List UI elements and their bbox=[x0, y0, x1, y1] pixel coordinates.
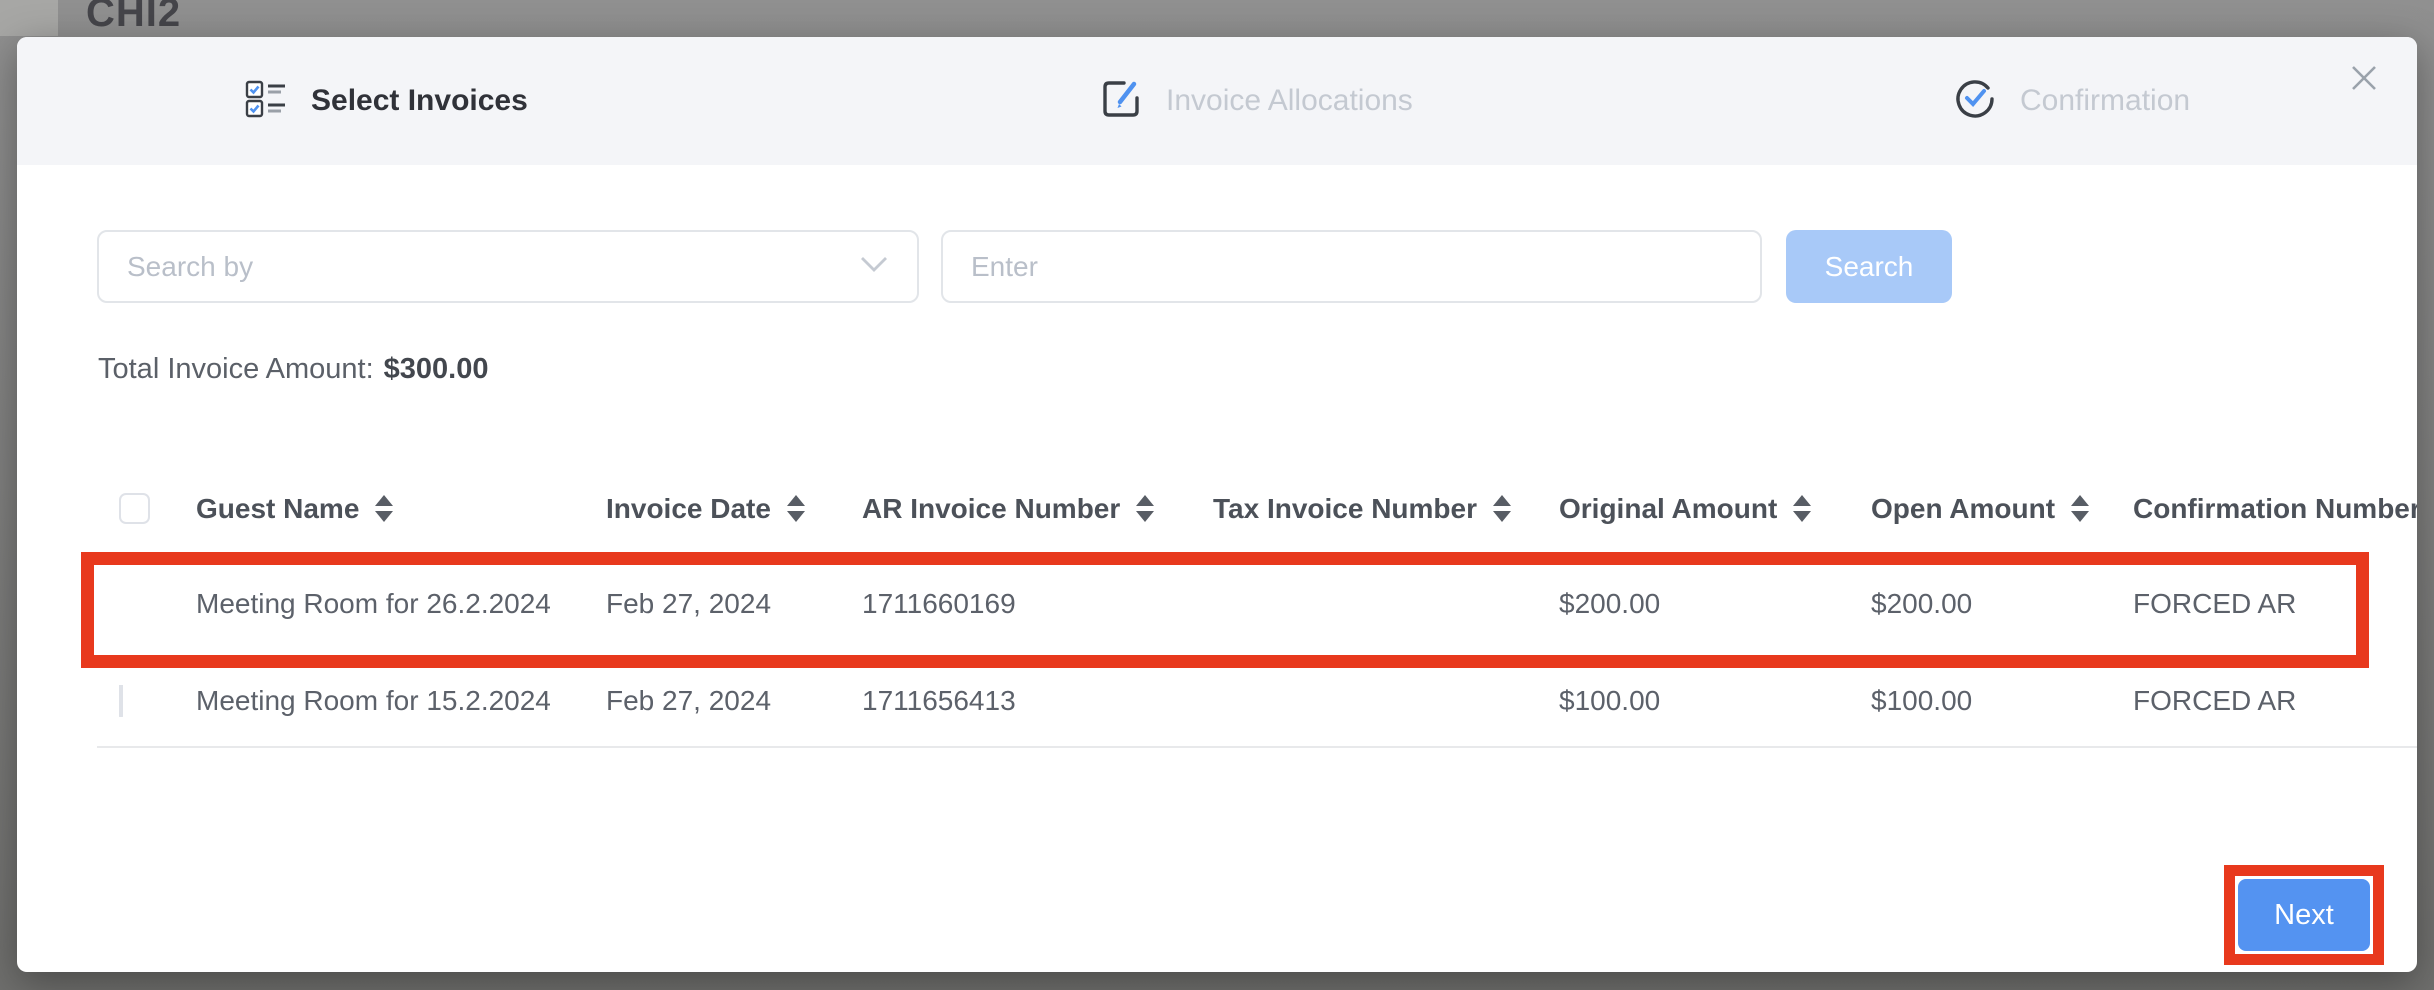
total-invoice-amount: Total Invoice Amount: $300.00 bbox=[98, 353, 488, 386]
total-invoice-amount-value: $300.00 bbox=[384, 353, 489, 385]
row-checkbox[interactable] bbox=[119, 685, 123, 717]
sort-icon[interactable] bbox=[1793, 495, 1811, 522]
search-value-input[interactable] bbox=[941, 230, 1762, 303]
search-button[interactable]: Search bbox=[1786, 230, 1952, 303]
cell-ar-invoice-number: 1711660169 bbox=[862, 588, 1213, 620]
step-label: Invoice Allocations bbox=[1166, 84, 1413, 118]
total-invoice-amount-label: Total Invoice Amount: bbox=[98, 353, 374, 385]
chevron-down-icon bbox=[859, 255, 889, 278]
step-label: Confirmation bbox=[2020, 84, 2190, 118]
cell-invoice-date: Feb 27, 2024 bbox=[606, 588, 862, 620]
sort-icon[interactable] bbox=[375, 495, 393, 522]
checklist-icon bbox=[245, 79, 287, 124]
search-by-placeholder: Search by bbox=[127, 251, 253, 283]
background-app-title: CHI2 bbox=[86, 0, 181, 36]
table-header-row: Guest Name Invoice Date AR Invoice Numbe… bbox=[97, 465, 2417, 552]
table-row[interactable]: Meeting Room for 26.2.2024 Feb 27, 2024 … bbox=[97, 552, 2417, 655]
step-confirmation[interactable]: Confirmation bbox=[1954, 37, 2190, 165]
cell-guest-name: Meeting Room for 15.2.2024 bbox=[196, 685, 606, 717]
cell-open-amount: $100.00 bbox=[1871, 685, 2133, 717]
cell-open-amount: $200.00 bbox=[1871, 588, 2133, 620]
cell-invoice-date: Feb 27, 2024 bbox=[606, 685, 862, 717]
cell-confirmation: FORCED AR bbox=[2133, 685, 2417, 717]
column-header-invoice-date[interactable]: Invoice Date bbox=[606, 493, 862, 525]
close-icon[interactable] bbox=[2347, 61, 2381, 95]
edit-square-icon bbox=[1100, 78, 1142, 125]
sort-icon[interactable] bbox=[2071, 495, 2089, 522]
next-button[interactable]: Next bbox=[2238, 879, 2370, 951]
invoices-table: Guest Name Invoice Date AR Invoice Numbe… bbox=[97, 465, 2417, 748]
sort-icon[interactable] bbox=[787, 495, 805, 522]
cell-original-amount: $200.00 bbox=[1559, 588, 1871, 620]
column-header-original-amount[interactable]: Original Amount bbox=[1559, 493, 1871, 525]
column-header-guest-name[interactable]: Guest Name bbox=[196, 493, 606, 525]
column-header-open-amount[interactable]: Open Amount bbox=[1871, 493, 2133, 525]
circle-check-icon bbox=[1954, 78, 1996, 125]
cell-original-amount: $100.00 bbox=[1559, 685, 1871, 717]
cell-guest-name: Meeting Room for 26.2.2024 bbox=[196, 588, 606, 620]
background-app-block bbox=[0, 0, 58, 36]
sort-icon[interactable] bbox=[1493, 495, 1511, 522]
stepper-header: Select Invoices Invoice Allocations Conf… bbox=[17, 37, 2417, 165]
select-all-checkbox[interactable] bbox=[119, 493, 150, 524]
step-select-invoices[interactable]: Select Invoices bbox=[245, 37, 528, 165]
column-header-confirmation-number[interactable]: Confirmation Number bbox=[2133, 493, 2417, 525]
column-header-ar-invoice-number[interactable]: AR Invoice Number bbox=[862, 493, 1213, 525]
table-row[interactable]: Meeting Room for 15.2.2024 Feb 27, 2024 … bbox=[97, 655, 2417, 748]
cell-confirmation: FORCED AR bbox=[2133, 588, 2417, 620]
step-invoice-allocations[interactable]: Invoice Allocations bbox=[1100, 37, 1413, 165]
search-by-select[interactable]: Search by bbox=[97, 230, 919, 303]
invoice-payment-modal: Select Invoices Invoice Allocations Conf… bbox=[17, 37, 2417, 972]
column-header-tax-invoice-number[interactable]: Tax Invoice Number bbox=[1213, 493, 1559, 525]
sort-icon[interactable] bbox=[1136, 495, 1154, 522]
cell-ar-invoice-number: 1711656413 bbox=[862, 685, 1213, 717]
step-label: Select Invoices bbox=[311, 84, 528, 118]
